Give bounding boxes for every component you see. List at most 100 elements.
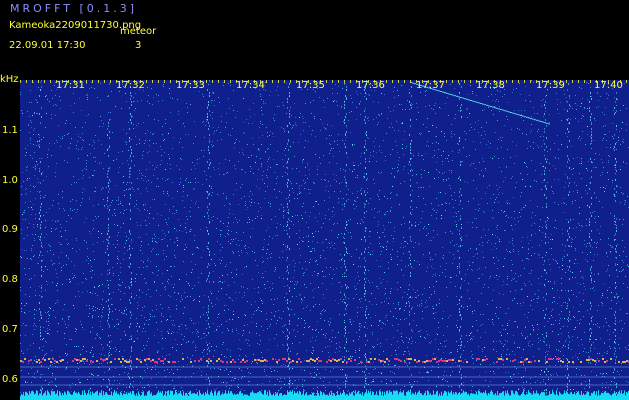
- noise-speckle: [445, 380, 446, 381]
- noise-speckle: [321, 179, 322, 180]
- noise-speckle: [223, 85, 224, 86]
- noise-speckle: [157, 352, 158, 353]
- noise-speckle: [520, 196, 521, 197]
- noise-speckle: [113, 292, 114, 293]
- noise-speckle: [527, 148, 528, 149]
- noise-speckle: [52, 220, 53, 221]
- noise-speckle: [247, 324, 248, 325]
- noise-speckle: [250, 237, 251, 238]
- noise-speckle: [528, 312, 529, 313]
- noise-speckle: [514, 211, 515, 212]
- noise-speckle: [128, 164, 129, 165]
- noise-speckle: [370, 352, 371, 353]
- noise-speckle: [224, 370, 225, 371]
- noise-speckle: [527, 237, 528, 238]
- noise-speckle: [599, 154, 600, 155]
- noise-speckle: [244, 122, 245, 123]
- noise-speckle: [607, 269, 608, 270]
- noise-speckle: [347, 157, 348, 158]
- noise-speckle: [584, 388, 585, 389]
- noise-speckle: [375, 368, 376, 369]
- noise-speckle: [173, 320, 174, 321]
- noise-speckle: [35, 99, 36, 100]
- noise-speckle: [285, 336, 286, 337]
- noise-speckle: [232, 319, 233, 320]
- noise-speckle: [312, 241, 313, 242]
- noise-speckle: [418, 187, 419, 188]
- noise-speckle: [34, 112, 35, 113]
- noise-speckle: [281, 387, 282, 388]
- noise-speckle: [563, 302, 564, 303]
- noise-speckle: [487, 203, 488, 204]
- noise-speckle: [596, 339, 597, 340]
- noise-speckle: [605, 134, 606, 135]
- noise-speckle: [574, 182, 575, 183]
- noise-speckle: [21, 303, 22, 304]
- noise-speckle: [584, 240, 585, 241]
- noise-speckle: [453, 207, 454, 208]
- noise-speckle: [158, 95, 159, 96]
- noise-speckle: [310, 373, 311, 374]
- noise-speckle: [258, 292, 259, 293]
- noise-speckle: [36, 326, 37, 327]
- noise-speckle: [34, 255, 35, 256]
- noise-speckle: [106, 204, 107, 205]
- noise-speckle: [592, 162, 593, 163]
- noise-speckle: [196, 247, 197, 248]
- noise-speckle: [294, 388, 295, 389]
- noise-speckle: [509, 242, 510, 243]
- noise-speckle: [51, 231, 52, 232]
- noise-speckle: [509, 320, 510, 321]
- noise-speckle: [582, 226, 583, 227]
- noise-speckle: [199, 158, 200, 159]
- noise-speckle: [95, 293, 96, 294]
- noise-speckle: [373, 362, 374, 363]
- noise-speckle: [183, 339, 184, 340]
- noise-speckle: [276, 164, 277, 165]
- noise-speckle: [179, 184, 180, 185]
- noise-speckle: [55, 317, 56, 318]
- noise-speckle: [553, 165, 554, 166]
- noise-speckle: [76, 212, 77, 213]
- noise-speckle: [566, 339, 567, 340]
- noise-speckle: [398, 347, 399, 348]
- noise-speckle: [408, 265, 409, 266]
- noise-speckle: [300, 294, 301, 295]
- noise-speckle: [401, 224, 402, 225]
- noise-speckle: [362, 221, 363, 222]
- noise-speckle: [178, 120, 179, 121]
- noise-speckle: [158, 225, 159, 226]
- noise-speckle: [337, 386, 338, 387]
- noise-speckle: [66, 120, 67, 121]
- noise-speckle: [360, 93, 361, 94]
- noise-speckle: [53, 254, 54, 255]
- noise-speckle: [484, 284, 485, 285]
- noise-speckle: [180, 178, 181, 179]
- noise-speckle: [120, 285, 121, 286]
- noise-speckle: [274, 120, 275, 121]
- noise-speckle: [216, 130, 217, 131]
- noise-speckle: [319, 97, 320, 98]
- noise-speckle: [57, 277, 58, 278]
- noise-speckle: [164, 238, 165, 239]
- noise-speckle: [62, 136, 63, 137]
- noise-speckle: [146, 225, 147, 226]
- noise-speckle: [76, 238, 77, 239]
- noise-speckle: [294, 284, 295, 285]
- noise-speckle: [70, 208, 71, 209]
- noise-speckle: [208, 84, 209, 85]
- noise-speckle: [595, 167, 596, 168]
- noise-speckle: [525, 205, 526, 206]
- noise-speckle: [60, 100, 61, 101]
- noise-speckle: [367, 137, 368, 138]
- noise-speckle: [81, 110, 82, 111]
- noise-speckle: [528, 259, 529, 260]
- noise-speckle: [583, 351, 584, 352]
- noise-speckle: [61, 270, 62, 271]
- noise-speckle: [284, 325, 285, 326]
- noise-speckle: [478, 120, 479, 121]
- noise-speckle: [312, 233, 313, 234]
- noise-speckle: [224, 356, 225, 357]
- noise-speckle: [384, 196, 385, 197]
- noise-speckle: [100, 83, 101, 84]
